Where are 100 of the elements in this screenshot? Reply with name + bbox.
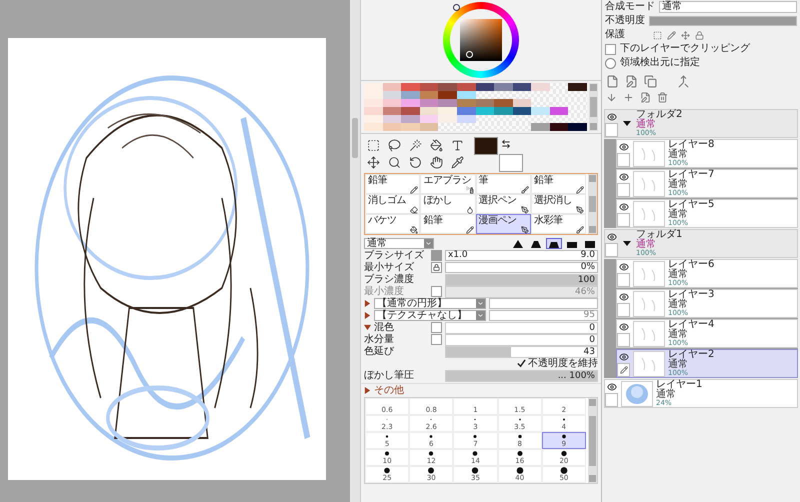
edit-toggle[interactable] — [605, 393, 618, 407]
lock-toggle[interactable] — [431, 262, 442, 273]
color-swatch[interactable] — [438, 115, 457, 123]
color-swatch[interactable] — [531, 107, 550, 115]
texture-dropdown[interactable]: 【通常の円形】 — [374, 298, 486, 309]
brush-tool[interactable]: ぼかし — [420, 194, 476, 214]
color-swatch[interactable] — [382, 115, 402, 123]
color-swatch[interactable] — [401, 91, 420, 99]
brush-shape-button[interactable] — [528, 238, 544, 249]
color-swatch[interactable] — [476, 83, 494, 91]
color-swatch[interactable] — [382, 91, 402, 99]
color-swatch[interactable] — [512, 107, 532, 115]
arrow-down-icon[interactable] — [606, 92, 617, 103]
color-swatch[interactable] — [456, 115, 476, 123]
trash-icon[interactable] — [657, 92, 668, 103]
brush-tool[interactable]: 鉛筆 — [365, 174, 420, 194]
color-swatch[interactable] — [494, 83, 513, 91]
brush-tool[interactable]: 筆 — [476, 174, 531, 194]
color-swatch[interactable] — [401, 83, 420, 91]
color-swatch[interactable] — [364, 123, 383, 131]
selection-source-radio[interactable]: 領域検出元に指定 — [602, 56, 800, 70]
edit-toggle[interactable] — [617, 273, 630, 287]
color-swatch[interactable] — [438, 91, 457, 99]
brush-tool[interactable]: 選択ペン — [476, 194, 531, 214]
color-swatch[interactable] — [420, 99, 438, 107]
blend-mode-dropdown[interactable]: 通常 — [364, 238, 434, 249]
scrollbar[interactable] — [588, 398, 597, 483]
color-swatch[interactable] — [420, 115, 438, 123]
new-layer-icon[interactable] — [606, 75, 619, 88]
color-swatch[interactable] — [382, 123, 402, 131]
brush-tool[interactable]: 水彩筆 — [530, 214, 586, 234]
edit-toggle[interactable] — [617, 153, 630, 167]
color-swatch[interactable] — [438, 107, 457, 115]
color-swatch[interactable] — [382, 83, 402, 91]
color-swatch[interactable] — [401, 107, 420, 115]
color-swatch[interactable] — [401, 115, 420, 123]
edit-toggle[interactable] — [605, 123, 618, 137]
color-swatch[interactable] — [420, 83, 438, 91]
brush-shape-button[interactable] — [546, 238, 562, 249]
slider[interactable]: 43 — [445, 346, 598, 358]
color-swatch[interactable] — [550, 123, 568, 131]
clipping-checkbox[interactable]: 下のレイヤーでクリッピング — [602, 42, 800, 56]
edit-layer-icon[interactable] — [625, 75, 638, 88]
size-field[interactable]: x1.0 9.0 — [445, 250, 598, 261]
edit-toggle[interactable] — [617, 333, 630, 347]
color-swatch[interactable] — [531, 83, 550, 91]
color-swatch[interactable] — [364, 83, 383, 91]
color-swatch[interactable] — [420, 107, 438, 115]
color-swatch[interactable] — [512, 83, 532, 91]
color-swatch[interactable] — [456, 83, 476, 91]
color-swatch[interactable] — [382, 107, 402, 115]
color-swatch[interactable] — [494, 107, 513, 115]
color-swatch[interactable] — [568, 83, 587, 91]
color-square[interactable] — [460, 19, 502, 61]
color-swatch[interactable] — [420, 123, 438, 131]
brush-tool[interactable]: 鉛筆 — [420, 214, 476, 234]
plus-icon[interactable] — [623, 92, 634, 103]
swap-icon[interactable] — [501, 139, 511, 149]
slider[interactable]: 0 — [445, 334, 598, 346]
color-swatch[interactable] — [456, 107, 476, 115]
edit-toggle[interactable] — [617, 213, 630, 227]
checkbox[interactable] — [431, 334, 442, 345]
color-swatch[interactable] — [531, 123, 550, 131]
edit-toggle[interactable] — [617, 363, 630, 377]
color-swatch[interactable] — [494, 99, 513, 107]
foreground-color[interactable] — [474, 137, 498, 155]
color-swatch[interactable] — [420, 91, 438, 99]
blend-mode-dropdown[interactable]: 通常 — [659, 1, 797, 13]
color-swatch[interactable] — [438, 99, 457, 107]
color-swatch[interactable] — [364, 115, 383, 123]
copy-icon[interactable] — [644, 75, 657, 88]
checkbox[interactable]: 不透明度を維持 — [364, 358, 598, 369]
checkbox[interactable] — [431, 322, 442, 333]
color-swatch[interactable] — [401, 99, 420, 107]
color-swatch[interactable] — [382, 99, 402, 107]
color-swatch[interactable] — [364, 99, 383, 107]
color-swatch[interactable] — [550, 107, 568, 115]
brush-tool[interactable]: バケツ — [365, 214, 420, 234]
slider[interactable]: ... 100% — [445, 370, 598, 382]
pencil-icon[interactable] — [667, 30, 676, 40]
brush-tool[interactable]: エアブラシ — [420, 174, 476, 194]
edit-layer-icon[interactable] — [640, 92, 651, 103]
slider[interactable]: 100 — [445, 274, 598, 286]
lock-icon[interactable] — [695, 30, 704, 40]
brush-tool[interactable]: 漫画ペン — [476, 214, 531, 234]
color-swatch[interactable] — [401, 123, 420, 131]
strength-field[interactable] — [489, 298, 598, 309]
brush-shape-button[interactable] — [510, 238, 526, 249]
percent-field[interactable]: 0% — [445, 262, 598, 273]
color-swatch[interactable] — [476, 99, 494, 107]
brush-tool[interactable]: 鉛筆 — [530, 174, 586, 194]
scrollbar[interactable] — [350, 0, 360, 502]
color-swatch[interactable] — [456, 91, 476, 99]
protect-icon[interactable] — [653, 30, 662, 40]
brush-tool[interactable]: 選択消し — [530, 194, 586, 214]
color-swatch[interactable] — [364, 107, 383, 115]
color-swatch[interactable] — [568, 123, 587, 131]
merge-icon[interactable] — [677, 75, 690, 88]
edit-toggle[interactable] — [617, 183, 630, 197]
scrollbar[interactable] — [589, 83, 598, 131]
